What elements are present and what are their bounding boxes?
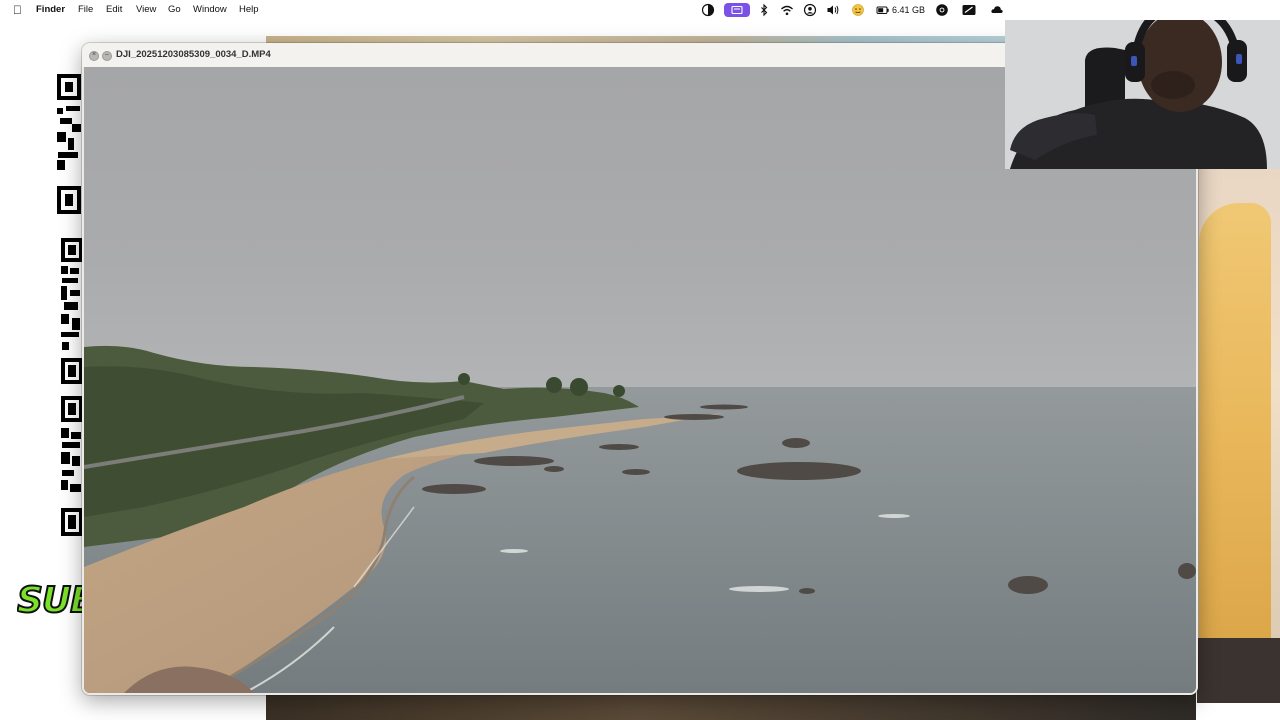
bluetooth-icon[interactable] [757,3,771,17]
menu-bar:  Finder File Edit View Go Window Help [0,0,1280,20]
apple-menu-icon[interactable]:  [13,3,22,17]
anime-clothing [1197,638,1280,703]
volume-icon[interactable] [826,3,840,17]
menu-edit[interactable]: Edit [106,4,122,16]
menu-file[interactable]: File [78,4,93,16]
menu-help[interactable]: Help [239,4,259,16]
anime-hair [1199,203,1271,673]
qr-code-icon [56,72,82,540]
menu-go[interactable]: Go [168,4,181,16]
user-icon[interactable] [803,3,817,17]
subscribe-badge: SUB [17,579,87,622]
cloud-icon[interactable] [990,3,1004,17]
storage-text: 6.41 GB [892,5,926,15]
chrome-icon[interactable] [935,3,949,17]
menu-window[interactable]: Window [193,4,227,16]
menu-app-name[interactable]: Finder [36,4,65,16]
battery-icon[interactable] [876,3,890,17]
menu-view[interactable]: View [136,4,156,16]
display-icon[interactable] [724,3,750,17]
video-file-title: DJI_20251203085309_0034_D.MP4 [116,49,271,60]
webcam-person [1005,0,1280,169]
theme-icon[interactable] [701,3,715,17]
desktop:  Finder File Edit View Go Window Help [0,0,1280,720]
webcam-feed [1005,0,1280,169]
minimize-icon[interactable]: – [102,51,112,61]
anime-artwork [1197,168,1280,703]
emoji-icon[interactable] [851,3,865,17]
close-icon[interactable]: × [89,51,99,61]
wifi-icon[interactable] [780,3,794,17]
screen-icon[interactable] [961,3,977,17]
